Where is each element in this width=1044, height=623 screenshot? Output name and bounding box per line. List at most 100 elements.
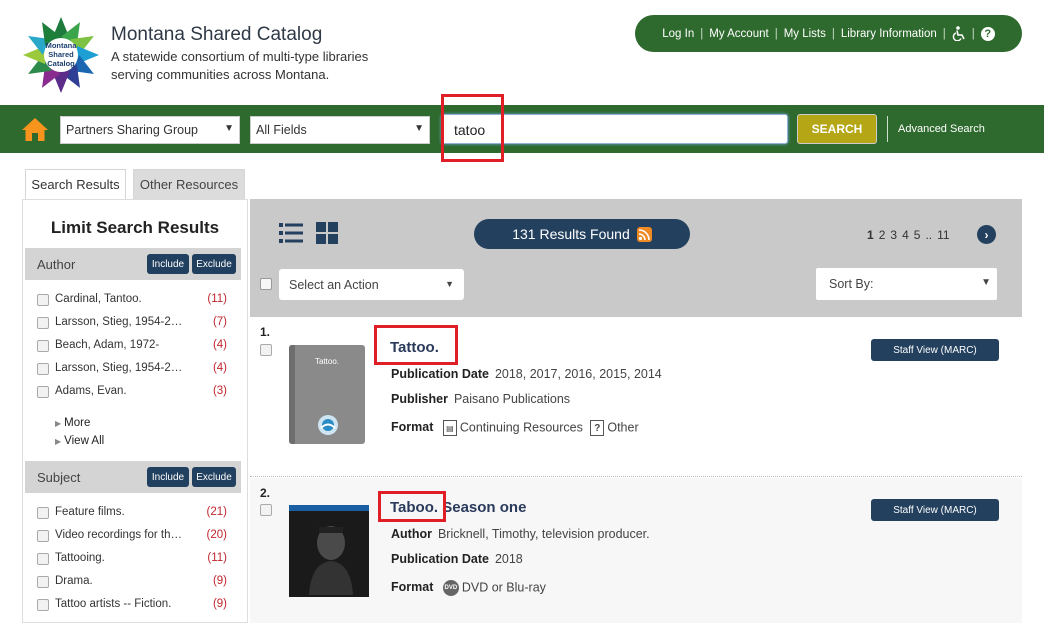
site-title: Montana Shared Catalog [111, 24, 323, 45]
facet-checkbox[interactable] [37, 576, 49, 588]
facet-item[interactable]: Larsson, Stieg, 1954-2004. (7) [37, 316, 227, 334]
svg-text:Shared: Shared [48, 50, 74, 59]
login-link[interactable]: Log In [656, 28, 700, 40]
facet-checkbox[interactable] [37, 386, 49, 398]
record-title-link[interactable]: Taboo. Season one [390, 499, 526, 516]
results-count-badge: 131 Results Found [474, 219, 690, 249]
facet-item-count: (9) [212, 598, 227, 610]
staff-view-button[interactable]: Staff View (MARC) [871, 499, 999, 521]
page-link[interactable]: 5 [914, 228, 921, 242]
facet-checkbox[interactable] [37, 530, 49, 542]
record-author: Author Bricknell, Timothy, television pro… [391, 527, 650, 541]
book-cover-image[interactable]: Tattoo. [289, 345, 365, 444]
select-all-checkbox[interactable] [260, 278, 272, 290]
facet-checkbox[interactable] [37, 553, 49, 565]
record-checkbox[interactable] [260, 344, 272, 356]
facet-item-label[interactable]: Tattoo artists -- Fiction. [55, 598, 183, 610]
sort-select[interactable]: Sort By: ▼ [816, 268, 997, 300]
facet-item-label[interactable]: Video recordings for the hearing impaire… [55, 529, 183, 541]
help-icon[interactable]: ? [975, 26, 1001, 41]
page-link[interactable]: 1 [867, 228, 874, 242]
home-icon[interactable] [20, 116, 50, 142]
facet-item[interactable]: Adams, Evan. (3) [37, 385, 227, 403]
facet-item-count: (9) [212, 575, 227, 587]
facet-item[interactable]: Tattooing. (11) [37, 552, 227, 570]
author-more-link[interactable]: ▶ More [55, 417, 90, 429]
page-link[interactable]: 11 [937, 228, 949, 242]
author-exclude-button[interactable]: Exclude [192, 254, 236, 274]
site-subtitle: A statewide consortium of multi-type lib… [111, 49, 369, 82]
caret-down-icon: ▼ [414, 123, 424, 134]
facet-item[interactable]: Video recordings for the hearing impaire… [37, 529, 227, 547]
record-title-link[interactable]: Tattoo. [390, 339, 439, 356]
facet-item[interactable]: Tattoo artists -- Fiction. (9) [37, 598, 227, 616]
my-account-link[interactable]: My Account [703, 28, 774, 40]
facet-item[interactable]: Larsson, Stieg, 1954-2004. (4) [37, 362, 227, 380]
search-button[interactable]: SEARCH [797, 114, 877, 144]
dvd-icon: DVD [442, 580, 459, 596]
search-field-select[interactable]: All Fields ▼ [250, 116, 430, 144]
page-link[interactable]: 4 [902, 228, 909, 242]
field-value: Paisano Publications [453, 392, 571, 406]
facet-item-label[interactable]: Cardinal, Tantoo. [55, 293, 183, 305]
next-page-icon[interactable]: › [977, 225, 996, 244]
facet-checkbox[interactable] [37, 363, 49, 375]
action-select[interactable]: Select an Action ▼ [279, 269, 464, 300]
field-label: Format [391, 420, 434, 435]
record-title-part[interactable]: Season one [442, 499, 526, 516]
search-scope-select[interactable]: Partners Sharing Group ▼ [60, 116, 240, 144]
author-facet-label: Author [37, 257, 76, 272]
tab-other-resources[interactable]: Other Resources [133, 169, 245, 199]
staff-view-button[interactable]: Staff View (MARC) [871, 339, 999, 361]
facet-item-label[interactable]: Adams, Evan. [55, 385, 183, 397]
grid-view-icon[interactable] [316, 222, 338, 244]
page-link[interactable]: 3 [890, 228, 897, 242]
facet-checkbox[interactable] [37, 599, 49, 611]
advanced-search-link[interactable]: Advanced Search [898, 123, 985, 135]
montana-shared-catalog-logo[interactable]: Montana Shared Catalog [22, 16, 100, 94]
record-checkbox[interactable] [260, 504, 272, 516]
search-input[interactable]: tatoo [441, 114, 788, 144]
facet-item-label[interactable]: Beach, Adam, 1972- [55, 339, 183, 351]
page-link[interactable]: 2 [879, 228, 886, 242]
facet-item[interactable]: Beach, Adam, 1972- (4) [37, 339, 227, 357]
accessibility-icon[interactable] [946, 26, 972, 41]
subject-exclude-button[interactable]: Exclude [192, 467, 236, 487]
library-information-link[interactable]: Library Information [835, 28, 943, 40]
facet-item-label[interactable]: Larsson, Stieg, 1954-2004. [55, 362, 183, 374]
facet-checkbox[interactable] [37, 340, 49, 352]
record-title-part[interactable]: Taboo. [390, 499, 438, 516]
field-value: DVD or Blu-ray [461, 580, 546, 595]
facet-checkbox[interactable] [37, 507, 49, 519]
record-number: 2. [260, 486, 271, 500]
facet-item-count: (4) [212, 362, 227, 374]
subject-include-button[interactable]: Include [147, 467, 189, 487]
tab-search-results[interactable]: Search Results [25, 169, 126, 199]
dvd-cover-image[interactable] [289, 505, 369, 597]
facet-item-label[interactable]: Tattooing. [55, 552, 183, 564]
facet-item[interactable]: Cardinal, Tantoo. (11) [37, 293, 227, 311]
facet-item-label[interactable]: Larsson, Stieg, 1954-2004. [55, 316, 183, 328]
field-value: Other [607, 420, 639, 435]
facet-item[interactable]: Drama. (9) [37, 575, 227, 593]
record-publisher: Publisher Paisano Publications [391, 392, 570, 406]
facet-item-label[interactable]: Feature films. [55, 506, 183, 518]
triangle-right-icon: ▶ [55, 419, 62, 428]
facet-item-count: (21) [206, 506, 227, 518]
record-format: Format ▤ Continuing Resources ? Other [391, 420, 639, 436]
view-all-label[interactable]: View All [64, 435, 104, 447]
list-view-icon[interactable] [279, 222, 303, 244]
subject-facet-label: Subject [37, 470, 81, 485]
rss-icon[interactable] [636, 226, 652, 242]
my-lists-link[interactable]: My Lists [778, 28, 832, 40]
author-view-all-link[interactable]: ▶ View All [55, 435, 104, 447]
record-number: 1. [260, 325, 271, 339]
facet-item[interactable]: Feature films. (21) [37, 506, 227, 524]
facet-item-label[interactable]: Drama. [55, 575, 183, 587]
author-include-button[interactable]: Include [147, 254, 189, 274]
facet-checkbox[interactable] [37, 317, 49, 329]
more-label[interactable]: More [64, 417, 90, 429]
facet-checkbox[interactable] [37, 294, 49, 306]
field-label: Format [391, 580, 434, 595]
facet-item-count: (11) [207, 552, 227, 564]
